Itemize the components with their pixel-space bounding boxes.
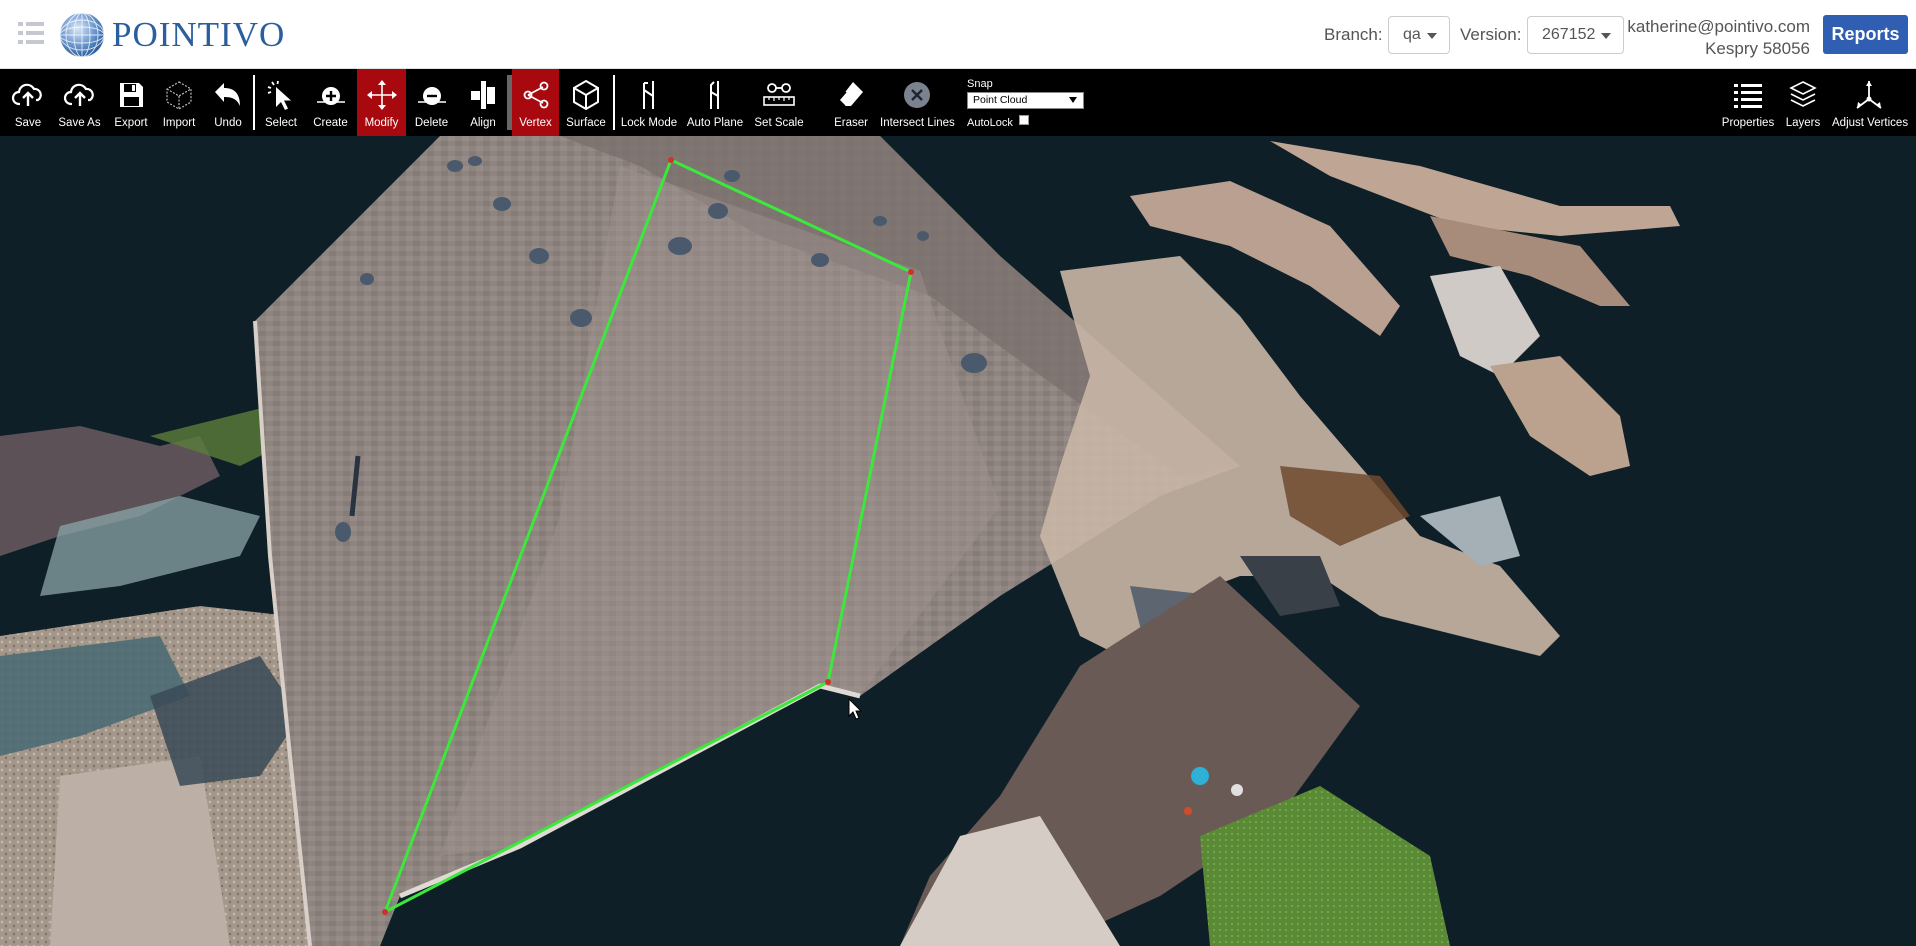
select-button[interactable]: Select (259, 69, 303, 136)
pointivo-logo: POINTIVO (58, 10, 285, 60)
vertex-handle[interactable] (668, 157, 674, 163)
adjust-vertices-label: Adjust Vertices (1832, 117, 1909, 129)
dropdown-arrow-icon (1069, 97, 1077, 103)
save-label: Save (14, 117, 42, 129)
point-cloud-scene (0, 136, 1916, 946)
branch-value: qa (1403, 26, 1421, 43)
wireframe-cube-icon (166, 81, 192, 110)
modify-button[interactable]: Modify (357, 69, 406, 136)
plus-circle-icon (316, 87, 345, 105)
main-toolbar: Save Save As Export Import Undo Select C… (0, 69, 1916, 136)
undo-arrow-icon (215, 83, 240, 106)
hamburger-menu-icon[interactable] (18, 22, 44, 44)
cube-icon (573, 79, 599, 111)
properties-label: Properties (1721, 117, 1775, 129)
set-scale-label: Set Scale (754, 117, 804, 129)
floppy-disk-icon (120, 83, 143, 107)
ruler-icon (763, 83, 795, 106)
save-button[interactable]: Save (0, 69, 56, 136)
chevron-down-icon (1601, 33, 1611, 39)
align-icon (471, 81, 495, 109)
chevron-down-icon (1427, 33, 1437, 39)
lock-mode-button[interactable]: Lock Mode (620, 69, 678, 136)
branch-label: Branch: (1324, 25, 1383, 44)
align-button[interactable]: Align (460, 69, 506, 136)
user-info: katherine@pointivo.com Kespry 58056 (1627, 16, 1810, 60)
create-label: Create (313, 117, 348, 129)
cursor-click-icon (267, 80, 291, 110)
adjust-vertices-icon (1856, 81, 1882, 109)
cloud-upload-icon (63, 83, 94, 106)
set-scale-button[interactable]: Set Scale (751, 69, 807, 136)
auto-plane-icon (710, 81, 719, 109)
globe-icon (59, 12, 105, 58)
point-cloud-fragment (1231, 784, 1243, 796)
lock-mode-label: Lock Mode (620, 117, 678, 129)
export-button[interactable]: Export (108, 69, 154, 136)
point-cloud-fragment (1184, 807, 1192, 815)
vertex-handle[interactable] (825, 679, 831, 685)
app-header: POINTIVO Branch: qa Version: 267152 kath… (0, 0, 1916, 69)
save-as-button[interactable]: Save As (56, 69, 103, 136)
adjust-vertices-button[interactable]: Adjust Vertices (1832, 69, 1909, 136)
layers-button[interactable]: Layers (1780, 69, 1826, 136)
move-arrows-icon (366, 80, 397, 110)
reports-button[interactable]: Reports (1823, 15, 1908, 54)
layers-label: Layers (1785, 117, 1821, 129)
autolock-checkbox[interactable] (1019, 115, 1029, 125)
branch-select[interactable]: qa (1388, 16, 1450, 54)
minus-circle-icon (417, 87, 446, 105)
vertex-handle[interactable] (908, 269, 914, 275)
close-circle-icon (904, 82, 930, 108)
autolock-label: AutoLock (967, 117, 1013, 129)
point-cloud-viewport[interactable] (0, 136, 1916, 946)
surface-label: Surface (566, 117, 606, 129)
cloud-upload-icon (11, 83, 42, 106)
intersect-lines-label: Intersect Lines (880, 117, 955, 129)
undo-button[interactable]: Undo (205, 69, 251, 136)
import-button[interactable]: Import (156, 69, 202, 136)
surface-button[interactable]: Surface (563, 69, 609, 136)
auto-plane-button[interactable]: Auto Plane (686, 69, 744, 136)
align-label: Align (470, 117, 496, 129)
toolbar-divider (253, 75, 255, 130)
eraser-label: Eraser (834, 117, 868, 129)
save-as-label: Save As (58, 117, 101, 129)
eraser-button[interactable]: Eraser (828, 69, 874, 136)
version-label: Version: (1460, 25, 1522, 44)
lock-mode-icon (643, 81, 654, 109)
intersect-lines-button[interactable]: Intersect Lines (880, 69, 955, 136)
vertex-label: Vertex (519, 117, 552, 129)
version-select[interactable]: 267152 (1527, 16, 1624, 54)
properties-button[interactable]: Properties (1718, 69, 1778, 136)
logo-text: POINTIVO (112, 15, 286, 54)
point-cloud-fragment (50, 756, 230, 946)
delete-label: Delete (414, 117, 449, 129)
select-label: Select (265, 117, 297, 129)
eraser-icon (838, 82, 863, 107)
project-name: Kespry 58056 (1705, 39, 1810, 58)
snap-select[interactable]: Point Cloud (967, 92, 1084, 109)
import-label: Import (162, 117, 196, 129)
version-value: 267152 (1542, 26, 1596, 43)
auto-plane-label: Auto Plane (686, 117, 744, 129)
share-nodes-icon (523, 81, 548, 109)
vertex-button[interactable]: Vertex (512, 69, 559, 136)
point-cloud-fragment (1191, 767, 1209, 785)
user-email: katherine@pointivo.com (1627, 17, 1810, 36)
undo-label: Undo (214, 117, 242, 129)
layers-icon (1789, 81, 1817, 107)
export-label: Export (114, 117, 148, 129)
vertex-handle[interactable] (382, 909, 388, 915)
toolbar-divider (613, 75, 615, 130)
modify-label: Modify (364, 117, 399, 129)
list-icon (1734, 84, 1762, 108)
create-button[interactable]: Create (308, 69, 353, 136)
delete-button[interactable]: Delete (409, 69, 454, 136)
snap-value: Point Cloud (973, 94, 1028, 106)
snap-label: Snap (967, 78, 993, 90)
